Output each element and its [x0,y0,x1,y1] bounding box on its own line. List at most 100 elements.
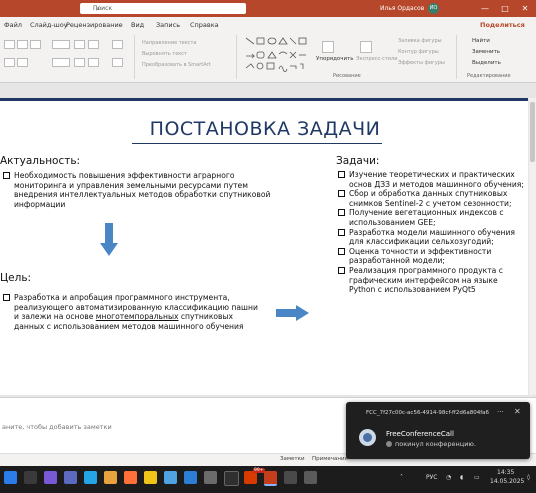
tab-help[interactable]: Справка [190,21,219,29]
tray-chevron-icon[interactable]: ˄ [400,474,403,481]
app-icon[interactable] [304,471,317,484]
toast-close-button[interactable]: ✕ [514,407,521,416]
line-spacing-icon[interactable] [52,40,70,49]
user-icon [386,441,392,447]
spacing-icon[interactable] [112,58,123,67]
start-icon[interactable] [4,471,17,484]
sort-icon[interactable] [112,40,123,49]
relevance-header: Актуальность: [0,155,81,167]
vscode-icon[interactable] [184,471,197,484]
justify-icon[interactable] [4,58,15,67]
clock-time[interactable]: 14:35 [497,469,514,476]
share-button[interactable]: Поделиться [480,21,525,29]
indent-icon[interactable] [30,40,41,49]
quick-styles-button[interactable]: Экспресс-стили [356,56,397,62]
tab-review[interactable]: Рецензирование [66,21,123,29]
divider [134,35,135,79]
wifi-icon[interactable]: ◔ [446,474,451,481]
goal-text-underlined: многотемпоральных [95,312,179,322]
scrollbar-thumb[interactable] [530,102,535,162]
notification-badge: 99+ [253,468,265,473]
shape-effects-button[interactable]: Эффекты фигуры [398,60,445,66]
language-indicator[interactable]: РУС [426,474,437,481]
store-icon[interactable] [164,471,177,484]
slide[interactable]: ПОСТАНОВКА ЗАДАЧИ Актуальность: Необходи… [0,98,528,395]
app-icon[interactable] [284,471,297,484]
editing-group-label: Редактирование [467,73,511,79]
text-direction-button[interactable]: Направление текста [142,40,196,46]
notification-toast[interactable]: FCC_7f27c00c-ac56-4914-98cf-ff2d6a804fa6… [346,402,530,459]
drawing-group-label: Рисование [333,73,361,79]
slide-top-line [0,98,528,101]
align-left-icon[interactable] [4,40,15,49]
bullet-square-icon [3,294,10,301]
tab-record[interactable]: Запись [156,21,180,29]
tab-file[interactable]: Файл [4,21,22,29]
numbering-icon[interactable] [88,40,99,49]
user-name: Илья Ордасов [380,5,425,12]
firefox-icon[interactable] [124,471,137,484]
arrange-button[interactable]: Упорядочить [316,56,354,62]
vertical-scrollbar[interactable] [529,98,536,395]
shape-outline-button[interactable]: Контур фигуры [398,49,439,55]
columns-icon[interactable] [17,58,28,67]
task-item: Сбор и обработка данных спутниковых сним… [338,189,524,208]
maximize-button[interactable]: □ [498,2,512,15]
clock-date[interactable]: 14.05.2025 [490,478,524,485]
align-right-icon[interactable] [74,58,85,67]
bullet-square-icon [338,266,345,274]
app-icon[interactable] [204,471,217,484]
task-view-icon[interactable] [44,471,57,484]
shapes-gallery[interactable] [244,36,308,72]
align-text-button[interactable]: Выровнять текст [142,51,187,57]
arrange-icon [322,41,334,53]
close-button[interactable]: ✕ [518,2,532,15]
comments-toggle-button[interactable]: Примечания [312,456,348,462]
smartart-button[interactable]: Преобразовать в SmartArt [142,62,211,68]
goal-bullet: Разработка и апробация программного инст… [3,293,265,331]
minimize-button[interactable]: — [478,2,492,15]
relevance-text: Необходимость повышения эффективности аг… [14,171,271,209]
tasks-header: Задачи: [336,155,380,167]
notification-bell-icon[interactable]: ◊ [527,474,530,481]
telegram-icon[interactable] [84,471,97,484]
toast-more-button[interactable]: ··· [497,408,504,416]
search-box[interactable]: ⌕ Поиск [80,3,246,14]
relevance-bullet: Необходимость повышения эффективности аг… [3,171,275,209]
tab-slideshow[interactable]: Слайд-шоу [30,21,68,29]
search-taskbar-icon[interactable] [24,471,37,484]
text-box-icon[interactable] [52,58,70,67]
align-center-icon[interactable] [17,40,28,49]
tab-view[interactable]: Вид [131,21,144,29]
arrow-right-icon [276,305,309,321]
notes-placeholder: аните, чтобы добавить заметки [2,423,112,431]
powerpoint-icon[interactable] [264,471,277,486]
bullet-square-icon [338,190,345,198]
shape-fill-button[interactable]: Заливка фигуры [398,38,442,44]
goal-header: Цель: [0,272,32,284]
chrome-icon[interactable] [144,471,157,484]
title-bar: ⌕ Поиск Илья Ордасов ИО — □ ✕ [0,0,536,17]
arrow-down-icon [100,223,118,256]
task-item: Реализация программного продукта с графи… [338,266,524,295]
find-button[interactable]: Найти [472,38,490,44]
avatar[interactable]: ИО [428,3,439,14]
teams-icon[interactable] [64,471,77,484]
volume-icon[interactable]: ◖ [460,474,463,481]
tasks-list: Изучение теоретических и практических ос… [338,170,524,295]
bullets-icon[interactable] [74,40,85,49]
title-underline [132,143,382,144]
battery-icon[interactable]: ▭ [474,474,480,481]
task-item: Оценка точности и эффективности разработ… [338,247,524,266]
replace-button[interactable]: Заменить [472,49,500,55]
terminal-icon[interactable] [224,471,239,486]
toast-message: покинул конференцию. [395,440,476,448]
notes-toggle-button[interactable]: Заметки [280,456,305,462]
file-explorer-icon[interactable] [104,471,117,484]
task-item: Изучение теоретических и практических ос… [338,170,524,189]
divider [236,35,237,79]
divider [456,35,457,79]
distribute-icon[interactable] [88,58,99,67]
bullet-square-icon [338,228,345,236]
select-button[interactable]: Выделить [472,60,501,66]
